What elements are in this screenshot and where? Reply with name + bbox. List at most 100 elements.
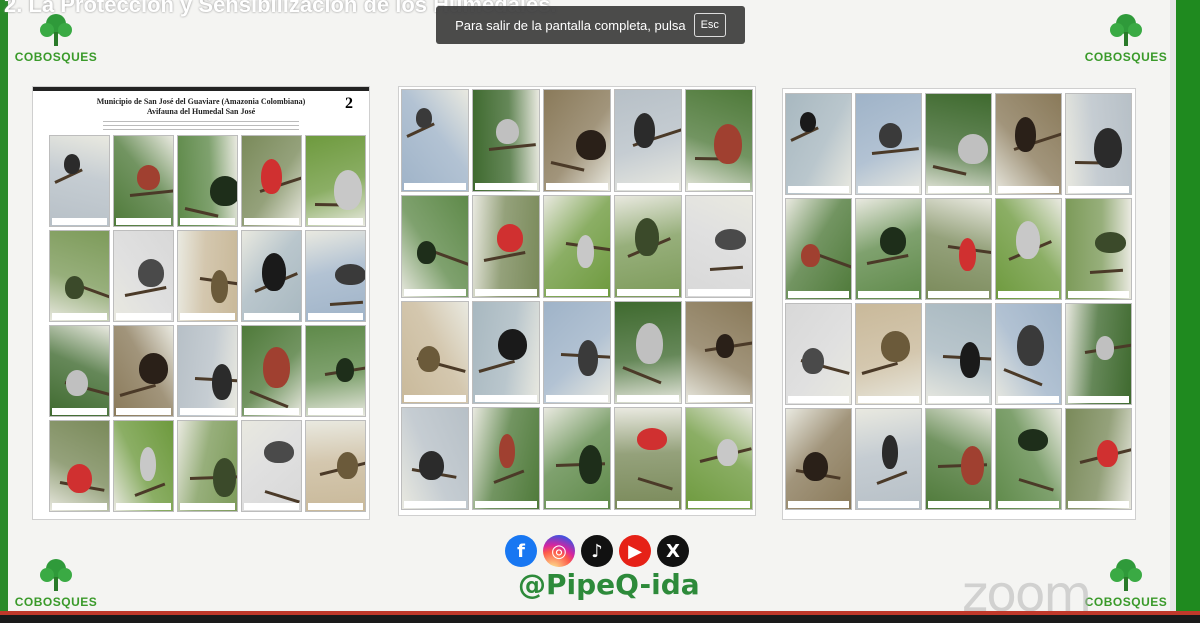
logo-text: COBOSQUES [1084, 595, 1168, 609]
photo-caption-strip [116, 503, 171, 510]
photo-caption-strip [52, 218, 107, 225]
x-icon[interactable]: X [657, 535, 689, 567]
branch-shape [184, 207, 219, 218]
bird-photo [614, 89, 682, 192]
bird-shape [262, 253, 286, 291]
social-icons: f ◎ ♪ ▶ X [505, 535, 689, 567]
sheet-title-line2: Avifauna del Humedal San José [146, 107, 256, 116]
photo-caption-strip [688, 395, 750, 402]
branch-shape [876, 470, 908, 485]
bird-shape [419, 451, 444, 480]
bird-shape [496, 119, 519, 144]
bird-photo [472, 89, 540, 192]
photo-caption-strip [475, 183, 537, 190]
photo-caption-strip [244, 503, 299, 510]
bird-shape [1097, 440, 1118, 467]
branch-shape [861, 361, 898, 375]
sheet-header-rule [33, 87, 369, 91]
photo-caption-strip [998, 291, 1059, 298]
sheet-subtitle-lines [103, 121, 299, 133]
bird-photo [177, 230, 238, 322]
social-handle: @PipeQ-ida [518, 568, 700, 601]
photo-caption-strip [688, 501, 750, 508]
bird-shape [1094, 128, 1122, 168]
cobosques-logo-top-left: COBOSQUES [14, 10, 98, 64]
photo-caption-strip [858, 501, 919, 508]
bird-photo [241, 420, 302, 512]
bird-photo [995, 198, 1062, 300]
bird-photo [855, 303, 922, 405]
photo-caption-strip [52, 408, 107, 415]
bird-shape [336, 358, 354, 382]
bird-photo [925, 198, 992, 300]
photo-caption-strip [308, 503, 363, 510]
bird-photo [241, 230, 302, 322]
left-green-border [0, 0, 8, 615]
photo-caption-strip [688, 289, 750, 296]
photo-grid [49, 135, 366, 512]
bird-shape [1096, 336, 1114, 360]
bird-shape [261, 159, 282, 194]
cobosques-logo-top-right: COBOSQUES [1084, 10, 1168, 64]
bird-photo [401, 407, 469, 510]
bird-photo [543, 407, 611, 510]
instagram-icon[interactable]: ◎ [543, 535, 575, 567]
bird-photo [241, 325, 302, 417]
photo-caption-strip [180, 503, 235, 510]
bird-shape [636, 323, 663, 364]
photo-caption-strip [617, 289, 679, 296]
photo-caption-strip [788, 396, 849, 403]
bird-photo [785, 303, 852, 405]
tree-logo-icon [1110, 14, 1142, 46]
bird-shape [416, 108, 432, 128]
bird-shape [717, 439, 738, 466]
bird-shape [417, 241, 436, 264]
bird-shape [880, 227, 906, 255]
bird-photo [995, 303, 1062, 405]
photo-caption-strip [1068, 396, 1129, 403]
bird-shape [577, 235, 594, 268]
photo-caption-strip [928, 291, 989, 298]
photo-caption-strip [546, 289, 608, 296]
right-green-border [1170, 0, 1200, 615]
bird-shape [716, 334, 734, 358]
shared-screen: 2. La Protección y Sensibilización de lo… [0, 0, 1200, 623]
photo-caption-strip [180, 218, 235, 225]
photo-caption-strip [1068, 291, 1129, 298]
bird-shape [137, 165, 160, 190]
photo-caption-strip [308, 218, 363, 225]
tree-logo-icon [1110, 559, 1142, 591]
bird-photo [401, 89, 469, 192]
bird-photo [49, 420, 110, 512]
bird-photo [1065, 198, 1132, 300]
bird-shape [497, 224, 523, 252]
photo-caption-strip [858, 291, 919, 298]
bird-shape [66, 370, 88, 396]
facebook-icon[interactable]: f [505, 535, 537, 567]
bird-photo [113, 325, 174, 417]
photo-caption-strip [998, 501, 1059, 508]
bird-shape [1017, 325, 1044, 366]
branch-shape [709, 265, 744, 271]
bird-shape [879, 123, 902, 148]
bird-shape [139, 353, 168, 384]
tree-logo-icon [40, 559, 72, 591]
photo-caption-strip [308, 408, 363, 415]
branch-shape [478, 359, 515, 373]
bird-photo [614, 407, 682, 510]
branch-shape [493, 469, 525, 484]
tiktok-icon[interactable]: ♪ [581, 535, 613, 567]
youtube-icon[interactable]: ▶ [619, 535, 651, 567]
bird-shape [635, 218, 659, 256]
photo-caption-strip [928, 501, 989, 508]
bird-shape [65, 276, 84, 299]
photo-caption-strip [404, 289, 466, 296]
bird-shape [960, 342, 980, 378]
photo-caption-strip [546, 183, 608, 190]
esc-key-badge[interactable]: Esc [693, 13, 726, 37]
branch-shape [329, 300, 364, 306]
bird-photo [785, 198, 852, 300]
bird-photo [305, 325, 366, 417]
bird-photo [401, 301, 469, 404]
photo-caption-strip [244, 408, 299, 415]
